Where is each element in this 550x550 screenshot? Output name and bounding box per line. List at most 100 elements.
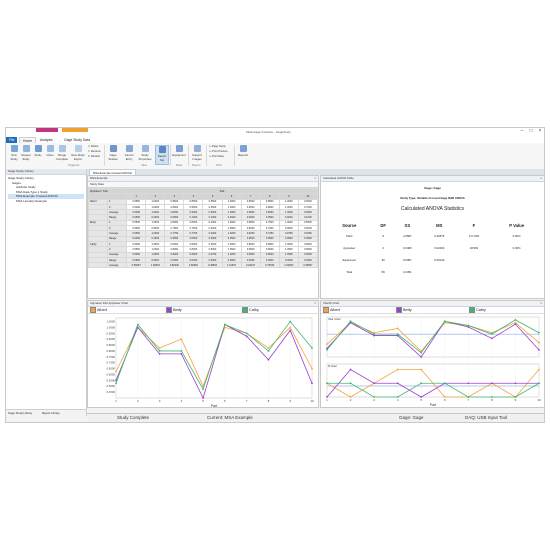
appraiser-line-chart[interactable]: 1 2 3 4 5 6 7 8 9 10 1.05001.0000 0.9500 0.9000 0.850…	[88, 314, 318, 408]
tree-item[interactable]: MSA Linearity Example	[8, 199, 84, 204]
print-data-button[interactable]: ▭ Print Data	[209, 155, 224, 158]
chart-label: R Chart	[328, 364, 337, 368]
appraiser-cell	[88, 262, 109, 269]
data-point	[326, 348, 328, 351]
tab-report-library[interactable]: Report Library	[42, 411, 60, 415]
x-tick-label: 3	[159, 399, 161, 403]
data-point	[245, 335, 248, 338]
close-icon[interactable]: ×	[540, 176, 542, 181]
maximize-icon[interactable]: □	[527, 128, 535, 135]
chart-legend: Albert Betty Cathy	[88, 307, 318, 314]
merge-icon	[58, 145, 66, 152]
reports-icon	[239, 145, 247, 152]
swatch-icon	[396, 307, 402, 313]
y-tick-label: 0.6000	[106, 372, 115, 376]
data-point	[136, 323, 139, 326]
data-point	[514, 382, 517, 385]
table-cell: 0.80000	[164, 262, 185, 269]
minimize-icon[interactable]: –	[518, 128, 526, 135]
study-properties-button[interactable]: Study Properties	[138, 145, 152, 161]
table-cell: 1.00833	[278, 262, 299, 269]
rename-button[interactable]: ✎ Rename	[88, 150, 101, 153]
sidebar: Gage Study Library Gage Study Library Ga…	[6, 169, 87, 416]
data-point	[420, 351, 423, 354]
data-point	[180, 352, 183, 355]
data-point	[311, 367, 313, 370]
status-gage: Gage: Gage	[399, 415, 424, 420]
clone-icon	[46, 145, 54, 152]
data-point	[490, 333, 493, 336]
ribbon-separator	[188, 145, 189, 166]
report-icon	[158, 146, 166, 153]
table-cell: 0.66667	[297, 262, 318, 269]
x-tick-label: 9	[289, 399, 291, 403]
study-button[interactable]: Study	[32, 145, 44, 157]
anova-column-header: MS	[436, 222, 443, 228]
close-icon[interactable]: ×	[536, 128, 544, 135]
clone-button[interactable]: Clone	[44, 145, 56, 157]
refresh-button[interactable]: ↻ Refresh	[88, 155, 100, 158]
xbar-r-line-chart[interactable]: 1 2 3 4 5 6 7 8 9 10 Xbar Chart R Chart Part	[321, 314, 544, 408]
table-cell: 0.82500	[183, 262, 204, 269]
data-point	[373, 333, 376, 336]
print-preview-button[interactable]: ▭ Print Preview	[209, 150, 227, 153]
data-point	[396, 368, 399, 371]
data-point	[202, 388, 205, 391]
cancel-icon	[125, 145, 133, 152]
close-icon[interactable]: ×	[314, 301, 316, 306]
delete-button[interactable]: ✕ Delete	[88, 145, 98, 148]
cancel-entry-button[interactable]: Cancel Entry	[122, 145, 136, 161]
anova-cell	[457, 254, 492, 266]
repeat-study-button[interactable]: Repeat Study	[20, 145, 32, 161]
table-cell: 0.94167	[240, 262, 261, 269]
data-point	[396, 327, 399, 330]
table-cell: 0.45833	[202, 262, 223, 269]
legend-item-cathy: Cathy	[242, 307, 259, 313]
data-point	[467, 396, 470, 398]
anova-row: Parts 9 2.0587 0.22875 177.093 0.00%	[325, 230, 542, 242]
chart-label: Xbar Chart	[328, 317, 341, 321]
y-tick-label: 0.9000	[106, 337, 115, 341]
data-point	[326, 382, 328, 385]
study-data-subheader: Study Data	[88, 182, 318, 188]
page-setup-button[interactable]: ▭ Page Setup	[209, 145, 226, 148]
data-point	[490, 382, 493, 385]
trial-cell: Average	[107, 262, 128, 269]
chart-legend: Albert Betty Cathy	[321, 307, 544, 314]
tab-gage-study-library[interactable]: Gage Study Library	[8, 411, 32, 415]
ribbon-separator	[170, 145, 171, 166]
anova-cell: 0.00%	[512, 246, 521, 250]
x-tick-label: 7	[467, 398, 469, 402]
data-point	[420, 368, 423, 371]
data-point	[514, 396, 517, 398]
data-point	[158, 347, 161, 349]
data-point	[490, 396, 493, 398]
equipment-button[interactable]: Equipment	[172, 145, 186, 157]
reports-button[interactable]: Reports	[236, 145, 250, 157]
ribbon-tabs: File Home Analysis Gage Study Data	[6, 136, 544, 144]
merge-button[interactable]: Merge Complete	[56, 145, 68, 161]
report-set-button[interactable]: Report Set	[155, 145, 169, 165]
y-tick-label: 0.5000	[106, 384, 115, 388]
anova-column-header: Source	[342, 222, 357, 228]
data-point	[420, 382, 423, 385]
data-point	[289, 320, 292, 323]
close-icon[interactable]: ×	[314, 176, 316, 181]
data-point	[245, 332, 248, 335]
new-study-export-button[interactable]: New Study Export	[70, 145, 86, 161]
gage-icon	[109, 145, 117, 152]
export-icon	[74, 145, 82, 152]
data-point	[158, 350, 161, 352]
anova-row: Total 59 2.2451	[325, 266, 542, 278]
gage-studies-button[interactable]: Gage Studies	[106, 145, 120, 161]
new-study-button[interactable]: New Study	[8, 145, 20, 161]
y-tick-label: 0.8500	[106, 343, 115, 347]
study-data-table[interactable]: Appraiser / Trial Part 1 2 3 4 5 6 7 8 9 10 Albert 1 0…	[88, 187, 318, 269]
legend-item-cathy: Cathy	[469, 307, 486, 313]
data-point	[326, 343, 328, 346]
support-images-button[interactable]: Support Images	[190, 145, 204, 161]
properties-icon	[141, 145, 149, 152]
anova-column-header: F	[472, 222, 476, 228]
close-icon[interactable]: ×	[540, 301, 542, 306]
anova-cell: 2.0587	[403, 234, 412, 238]
